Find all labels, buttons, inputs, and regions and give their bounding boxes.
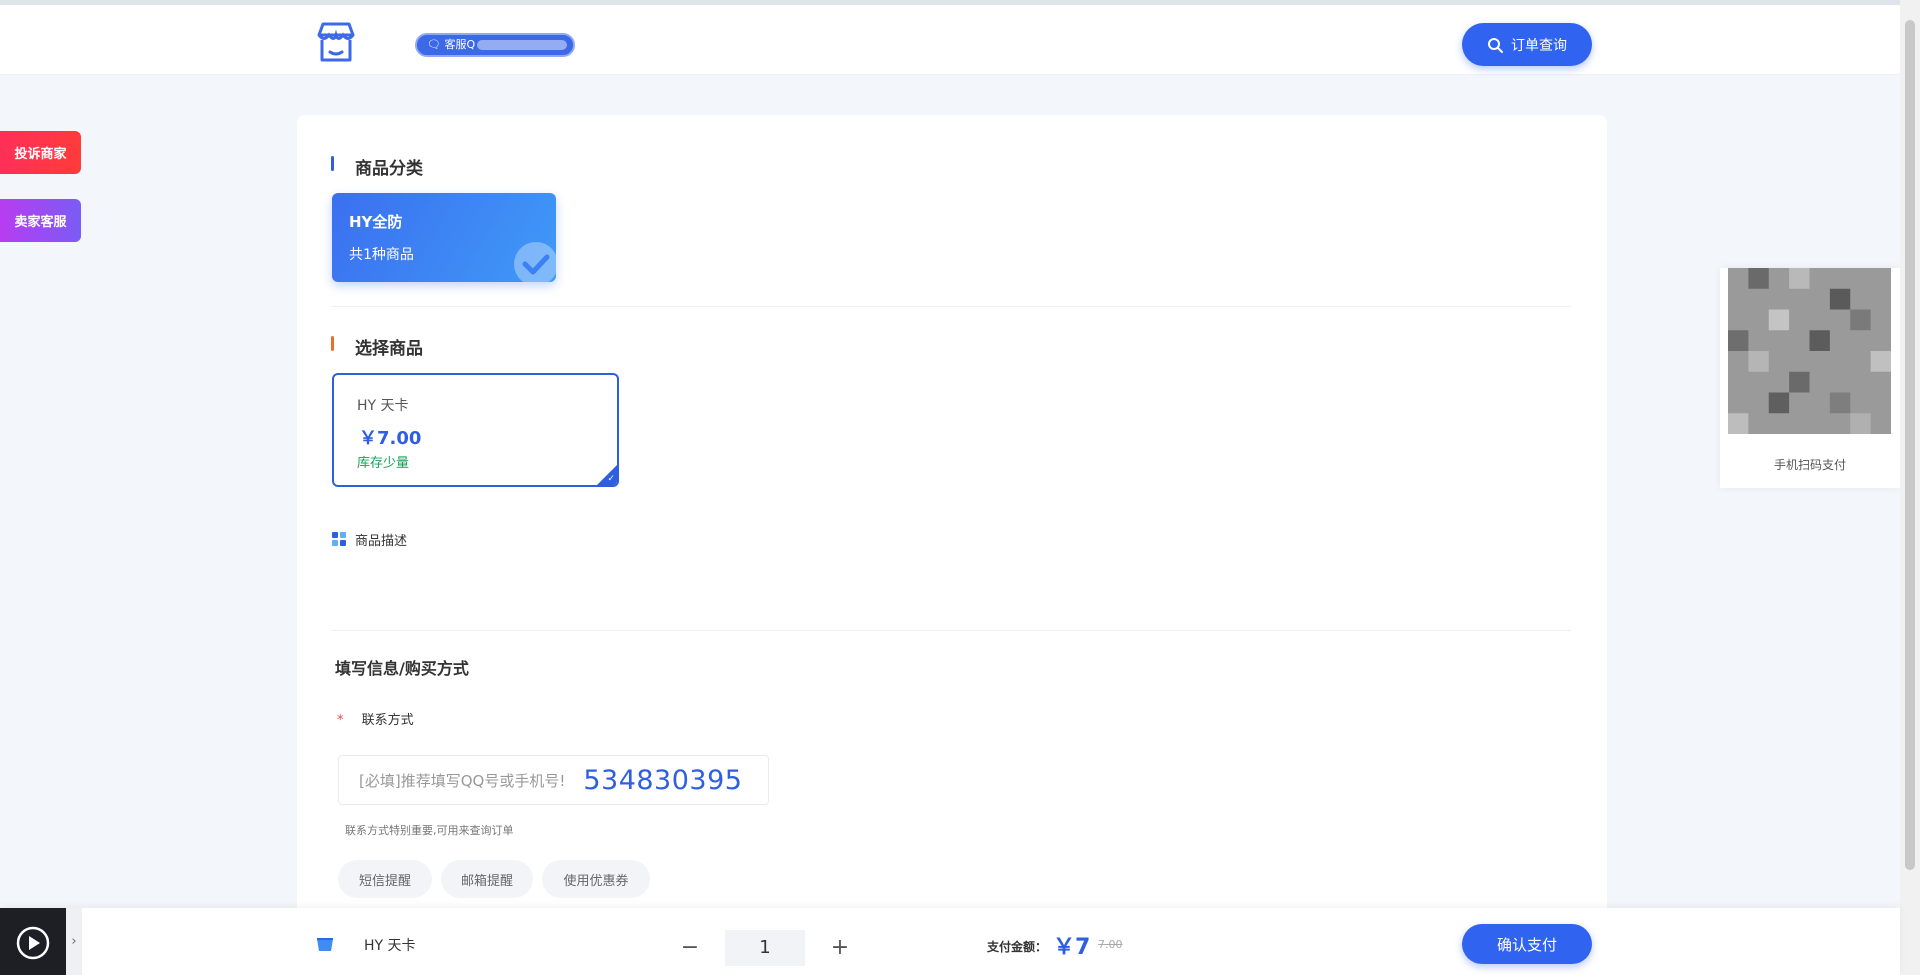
order-query-label: 订单查询 [1511, 37, 1567, 54]
qr-code-image [1728, 268, 1891, 434]
contact-value: 534830395 [583, 764, 743, 796]
divider [331, 306, 1571, 307]
divider [331, 630, 1571, 631]
check-icon: ✓ [607, 474, 615, 484]
contact-hint: 联系方式特别重要,可用来查询订单 [345, 824, 514, 837]
sms-notify-button[interactable]: 短信提醒 [338, 860, 432, 898]
title-bar-marker [331, 156, 334, 171]
check-circle-icon [514, 242, 556, 282]
header: 🗨 客服Q 订单查询 [0, 5, 1900, 75]
shop-logo-icon[interactable] [313, 19, 359, 65]
product-description-label: 商品描述 [332, 530, 407, 549]
use-coupon-button[interactable]: 使用优惠券 [542, 860, 650, 898]
qr-pay-panel: 手机扫码支付 [1720, 268, 1900, 488]
cs-label: 客服Q [444, 38, 476, 51]
email-notify-button[interactable]: 邮箱提醒 [441, 860, 533, 898]
category-count: 共1种商品 [349, 247, 414, 263]
category-section-title: 商品分类 [331, 154, 423, 179]
confirm-pay-button[interactable]: 确认支付 [1462, 924, 1592, 964]
bottom-product-name: HY 天卡 [364, 938, 416, 954]
fill-info-title: 填写信息/购买方式 [335, 659, 469, 678]
pay-amount-label: 支付金额： [987, 940, 1048, 954]
quantity-plus-button[interactable]: + [805, 930, 875, 966]
grid-icon [332, 532, 347, 547]
product-card-hy-tianka[interactable]: HY 天卡 ￥7.00 库存少量 ✓ [332, 373, 619, 487]
product-name: HY 天卡 [357, 398, 409, 414]
description-label-text: 商品描述 [355, 534, 408, 549]
quantity-minus-button[interactable]: − [655, 930, 725, 966]
contact-input[interactable]: [必填]推荐填写QQ号或手机号! 534830395 [338, 755, 769, 805]
category-name: HY全防 [349, 213, 403, 231]
product-stock: 库存少量 [357, 456, 410, 471]
order-query-button[interactable]: 订单查询 [1462, 23, 1592, 66]
pay-original-amount: 7.00 [1098, 938, 1123, 951]
chat-icon: 🗨 [427, 38, 441, 51]
blurred-contact [477, 40, 567, 50]
scroll-thumb[interactable] [1905, 20, 1915, 870]
search-icon [1488, 37, 1503, 53]
category-card-hy-quanfang[interactable]: HY全防 共1种商品 [332, 193, 556, 282]
cart-icon [317, 938, 333, 951]
complain-merchant-button[interactable]: 投诉商家 [0, 131, 81, 174]
contact-label-text: 联系方式 [361, 713, 414, 728]
scrollbar[interactable] [1900, 0, 1920, 975]
category-title-text: 商品分类 [355, 159, 423, 179]
quantity-value[interactable]: 1 [725, 930, 805, 966]
quantity-stepper: − 1 + [655, 930, 875, 966]
bottom-bar: › HY 天卡 − 1 + 支付金额： ￥7 7.00 确认支付 [0, 908, 1900, 975]
contact-placeholder: [必填]推荐填写QQ号或手机号! [359, 771, 566, 790]
customer-service-pill[interactable]: 🗨 客服Q [415, 33, 575, 57]
chevron-right-icon[interactable]: › [66, 908, 82, 975]
video-thumbnail[interactable] [0, 908, 66, 975]
product-price: ￥7.00 [359, 428, 422, 449]
title-bar-marker [331, 336, 334, 351]
pay-amount: ￥7 [1053, 935, 1091, 960]
seller-service-button[interactable]: 卖家客服 [0, 199, 81, 242]
product-section-title: 选择商品 [331, 334, 423, 359]
product-title-text: 选择商品 [355, 339, 423, 359]
qr-caption: 手机扫码支付 [1773, 458, 1846, 472]
contact-label: * 联系方式 [337, 709, 414, 728]
required-mark: * [337, 713, 344, 728]
play-icon [16, 926, 50, 960]
